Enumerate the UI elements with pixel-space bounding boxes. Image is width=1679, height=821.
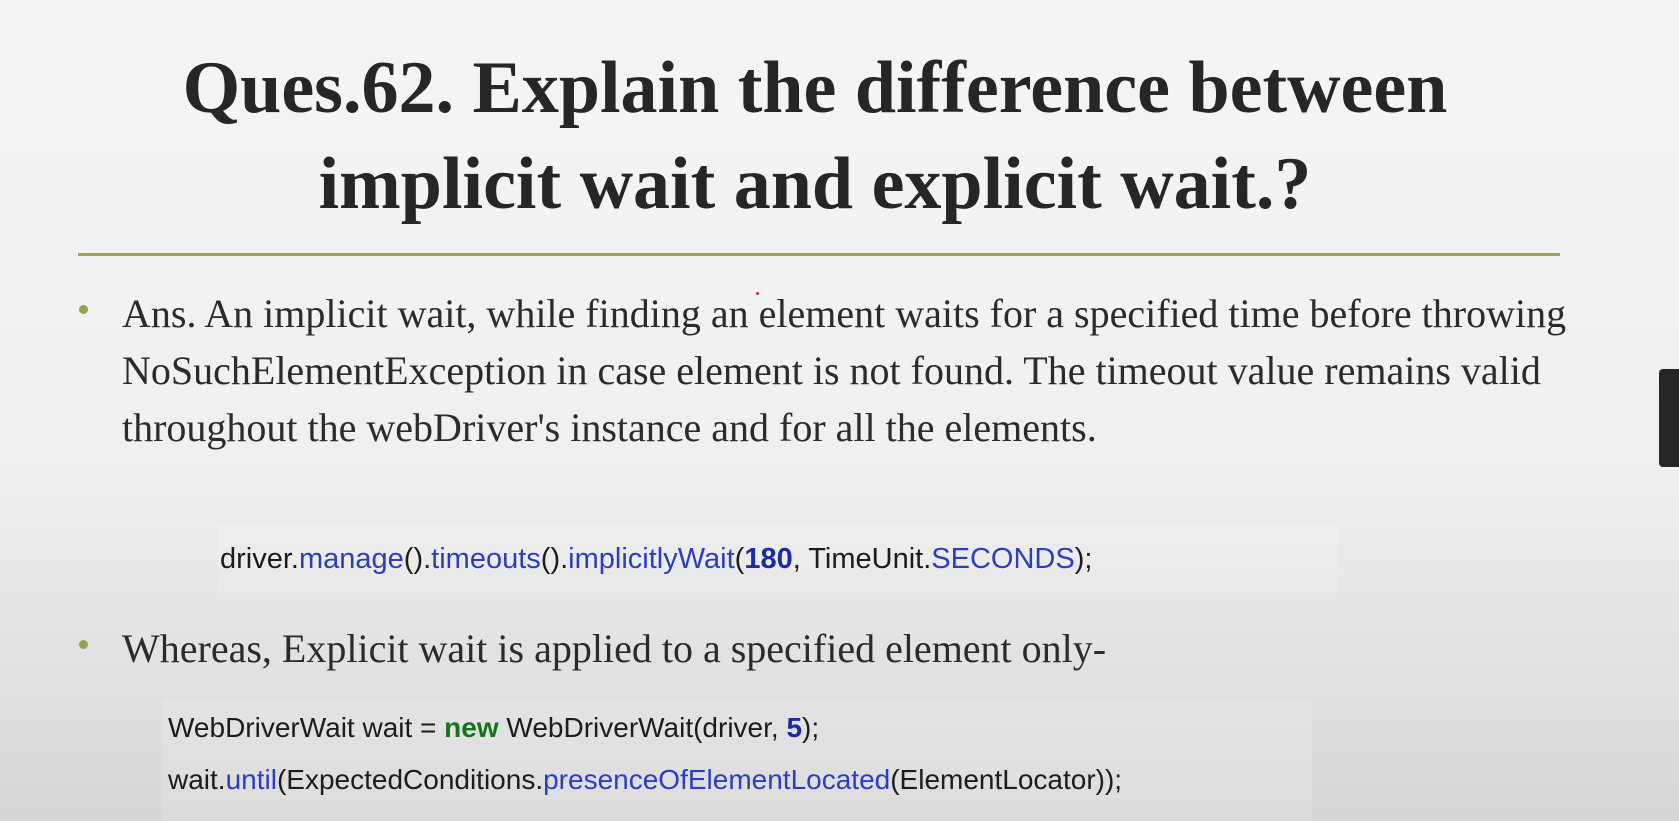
explicit-code-line-1: WebDriverWait wait = new WebDriverWait(d… — [168, 708, 819, 748]
code-token: ); — [802, 712, 820, 743]
code-token: (). — [403, 543, 432, 575]
code-token-method: timeouts — [431, 543, 541, 575]
bullet-dot-whereas — [79, 640, 88, 649]
code-token-constant: SECONDS — [931, 543, 1075, 575]
title-line-2: implicit wait and explicit wait.? — [318, 143, 1312, 225]
code-token: ( — [734, 543, 745, 575]
code-token: (ExpectedConditions. — [276, 764, 544, 795]
whereas-paragraph: Whereas, Explicit wait is applied to a s… — [122, 626, 1107, 671]
implicit-wait-code: driver.manage().timeouts().implicitlyWai… — [218, 525, 1338, 593]
slide: Ques.62. Explain the difference between … — [0, 0, 1679, 821]
code-token: wait. — [168, 764, 226, 795]
slide-title: Ques.62. Explain the difference between … — [60, 40, 1570, 232]
code-token-method: until — [225, 764, 277, 795]
code-token-number: 180 — [744, 543, 793, 575]
code-token-keyword: new — [444, 712, 499, 743]
explicit-code-line-2: wait.until(ExpectedConditions.presenceOf… — [168, 760, 1122, 800]
side-panel-tab[interactable] — [1659, 369, 1679, 467]
answer-paragraph: Ans. An implicit wait, while finding an … — [122, 291, 1567, 450]
title-divider — [78, 253, 1560, 256]
code-token: ); — [1074, 543, 1093, 575]
code-token-method: presenceOfElementLocated — [543, 764, 891, 795]
code-token-method: manage — [298, 543, 404, 575]
code-token: , TimeUnit. — [792, 543, 932, 575]
code-token: (ElementLocator)); — [890, 764, 1123, 795]
code-token-number: 5 — [786, 712, 803, 743]
code-token: WebDriverWait(driver, — [498, 712, 787, 743]
code-token-method: implicitlyWait — [568, 543, 735, 575]
code-token: (). — [540, 543, 569, 575]
bullet-dot-answer — [79, 305, 88, 314]
title-line-1: Ques.62. Explain the difference between — [182, 47, 1448, 129]
code-token: driver. — [220, 543, 299, 575]
explicit-wait-code: WebDriverWait wait = new WebDriverWait(d… — [162, 700, 1312, 821]
code-token: WebDriverWait wait = — [168, 712, 445, 743]
